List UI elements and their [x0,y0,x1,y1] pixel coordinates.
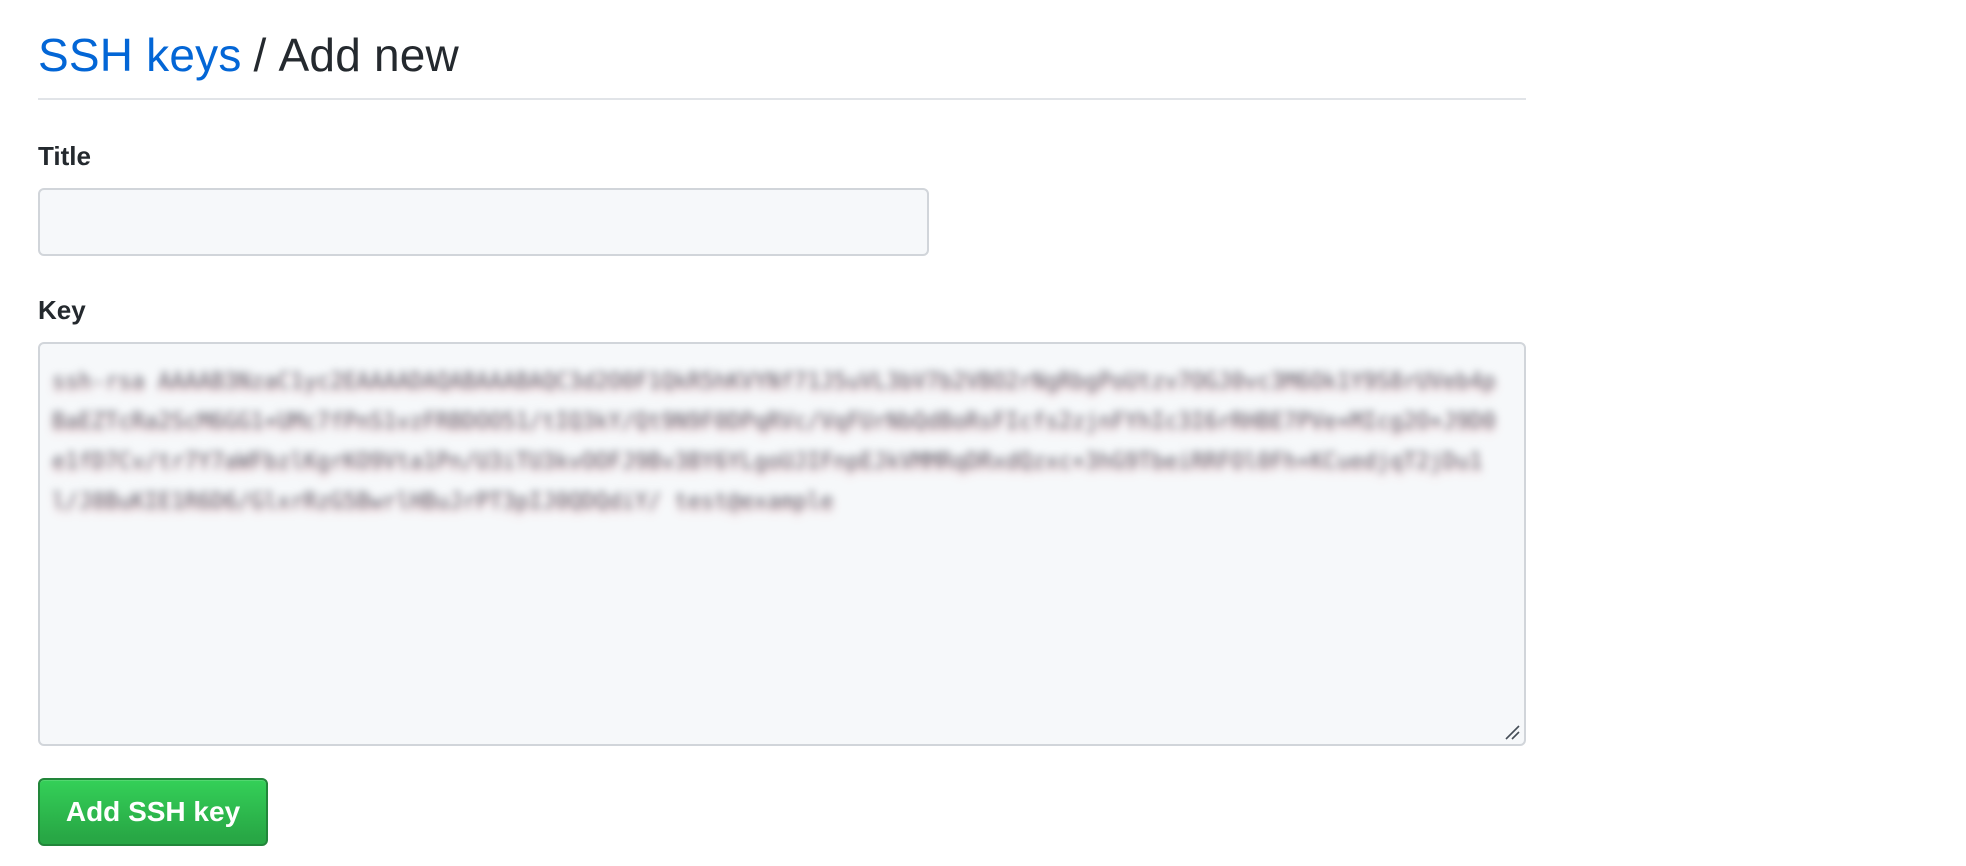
breadcrumb-separator: / [253,29,267,81]
breadcrumb-current: Add new [278,29,459,81]
key-value-text: ssh-rsa AAAAB3NzaC1yc2EAAAADAQABAAABAQC3… [52,369,1496,514]
add-ssh-key-page: SSH keys / Add new Title Key ssh-rsa AAAAB… [38,0,1526,846]
breadcrumb-ssh-keys-link[interactable]: SSH keys [38,29,242,81]
add-ssh-key-button[interactable]: Add SSH key [38,778,268,846]
key-textarea[interactable]: ssh-rsa AAAAB3NzaC1yc2EAAAADAQABAAABAQC3… [38,342,1526,746]
title-input[interactable] [38,188,929,256]
page-header: SSH keys / Add new [38,0,1526,100]
title-label: Title [38,141,91,171]
page-title: SSH keys / Add new [38,32,459,78]
key-label: Key [38,295,86,325]
resize-grip-icon[interactable] [1504,724,1520,740]
